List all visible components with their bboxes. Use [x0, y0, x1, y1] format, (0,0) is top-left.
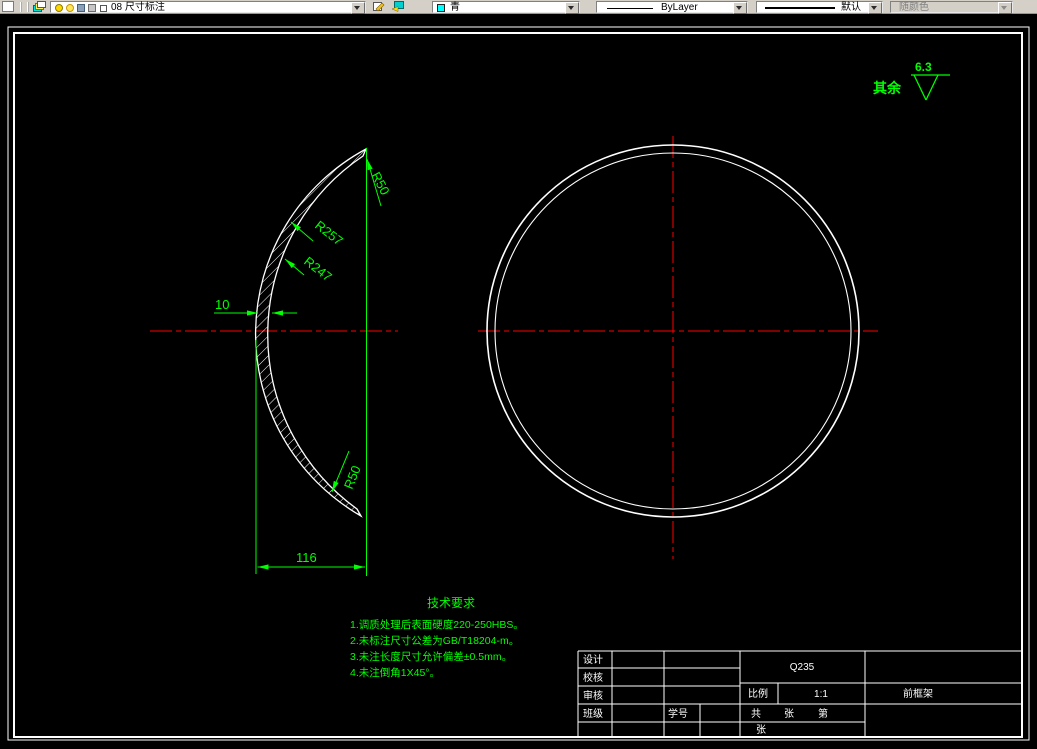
toolbar-grip[interactable]	[20, 2, 29, 12]
drawing-border-inner	[13, 32, 1023, 738]
linetype-combo-value: ByLayer	[661, 2, 698, 13]
color-swatch-cyan	[437, 4, 445, 12]
tb-no-label: 第	[818, 707, 828, 720]
plotstyle-combo-value: 随颜色	[899, 2, 929, 13]
tech-requirement-2: 2.未标注尺寸公差为GB/T18204-m。	[350, 634, 519, 647]
layer-combo[interactable]: 08 尺寸标注	[50, 1, 366, 14]
color-combo-value: 青	[450, 2, 460, 13]
dim-r257-text: R257	[312, 218, 346, 249]
app-icon	[2, 1, 14, 12]
roughness-value: 6.3	[915, 60, 932, 74]
roughness-symbol: 其余 6.3	[873, 60, 950, 101]
chevron-down-icon	[354, 6, 360, 13]
layer-plot-printer-icon[interactable]	[88, 4, 96, 12]
tech-requirement-1: 1.调质处理后表面硬度220-250HBS。	[350, 618, 524, 631]
lineweight-combo-value: 默认	[841, 2, 861, 13]
tb-check-label: 校核	[583, 671, 603, 684]
tb-total-label: 共	[751, 708, 761, 720]
linetype-combo[interactable]: ByLayer	[596, 1, 748, 14]
tb-student-label: 学号	[668, 707, 688, 720]
tb-sheet-label: 张	[784, 708, 794, 720]
layer-combo-value: 08 尺寸标注	[111, 2, 165, 13]
chevron-down-icon	[871, 6, 877, 13]
chevron-down-icon	[568, 6, 574, 13]
layer-freeze-sun-icon[interactable]	[66, 4, 74, 12]
dished-head-section	[254, 147, 368, 518]
tb-scale-value: 1:1	[814, 689, 828, 700]
tb-audit-label: 审核	[583, 689, 603, 702]
tech-requirement-4: 4.未注倒角1X45°。	[350, 666, 440, 679]
drawing-border-outer	[7, 26, 1030, 741]
tech-requirements-title: 技术要求	[427, 596, 475, 610]
layer-manager-button[interactable]	[31, 0, 48, 13]
chevron-down-icon	[736, 6, 742, 13]
tb-scale-label: 比例	[748, 687, 768, 700]
color-combo-arrow-button[interactable]	[565, 2, 579, 14]
color-combo[interactable]: 青	[432, 1, 580, 14]
linetype-combo-arrow-button[interactable]	[733, 2, 747, 14]
cad-drawing: R50 R257 R247 R50 10 116 其余 6.3 技术要求 1.调…	[7, 26, 1030, 741]
dim-r247-text: R247	[301, 254, 335, 285]
plotstyle-combo: 随颜色	[890, 1, 1013, 14]
layer-properties-toolbar: 08 尺寸标注 青 ByLayer 默认 随颜色	[0, 0, 1037, 14]
dim-10-text: 10	[215, 297, 229, 312]
tb-sheet-label-2: 张	[756, 724, 766, 736]
layer-on-bulb-icon[interactable]	[55, 4, 63, 12]
make-layer-current-button[interactable]	[370, 0, 387, 13]
title-block-texts: 设计 校核 审核 班级 学号 Q235 比例 1:1 前框架 共 张 第 张	[583, 653, 933, 736]
chevron-down-icon	[1001, 6, 1007, 13]
dim-116-text: 116	[296, 550, 317, 565]
title-block: 设计 校核 审核 班级 学号 Q235 比例 1:1 前框架 共 张 第 张	[577, 650, 1022, 737]
lineweight-sample-icon	[765, 7, 835, 9]
leader-r247	[284, 258, 305, 276]
layer-color-swatch	[100, 5, 107, 12]
layers-icon	[33, 1, 46, 12]
linetype-sample-icon	[607, 8, 653, 9]
make-object-layer-current-icon	[373, 2, 385, 12]
layer-previous-button[interactable]	[389, 0, 406, 13]
layer-combo-arrow-button[interactable]	[351, 2, 365, 14]
layer-lock-icon[interactable]	[77, 4, 85, 12]
lineweight-combo-arrow-button[interactable]	[868, 2, 882, 14]
dim-r50-bottom-text: R50	[341, 463, 364, 491]
tb-material: Q235	[790, 662, 815, 673]
tb-part-name: 前框架	[903, 687, 933, 700]
layer-previous-icon	[391, 1, 404, 12]
tech-requirement-3: 3.未注长度尺寸允许偏差±0.5mm。	[350, 650, 512, 663]
section-view	[254, 147, 368, 518]
plotstyle-combo-arrow-button	[998, 2, 1012, 14]
dim-r50-top-text: R50	[368, 169, 392, 197]
lineweight-combo[interactable]: 默认	[756, 1, 883, 14]
tech-requirements: 技术要求 1.调质处理后表面硬度220-250HBS。 2.未标注尺寸公差为GB…	[350, 596, 524, 679]
tb-design-label: 设计	[583, 653, 603, 666]
tb-class-label: 班级	[583, 708, 603, 720]
roughness-check-icon	[911, 74, 950, 101]
drawing-canvas[interactable]: R50 R257 R247 R50 10 116 其余 6.3 技术要求 1.调…	[0, 14, 1037, 744]
roughness-label: 其余	[873, 80, 902, 96]
